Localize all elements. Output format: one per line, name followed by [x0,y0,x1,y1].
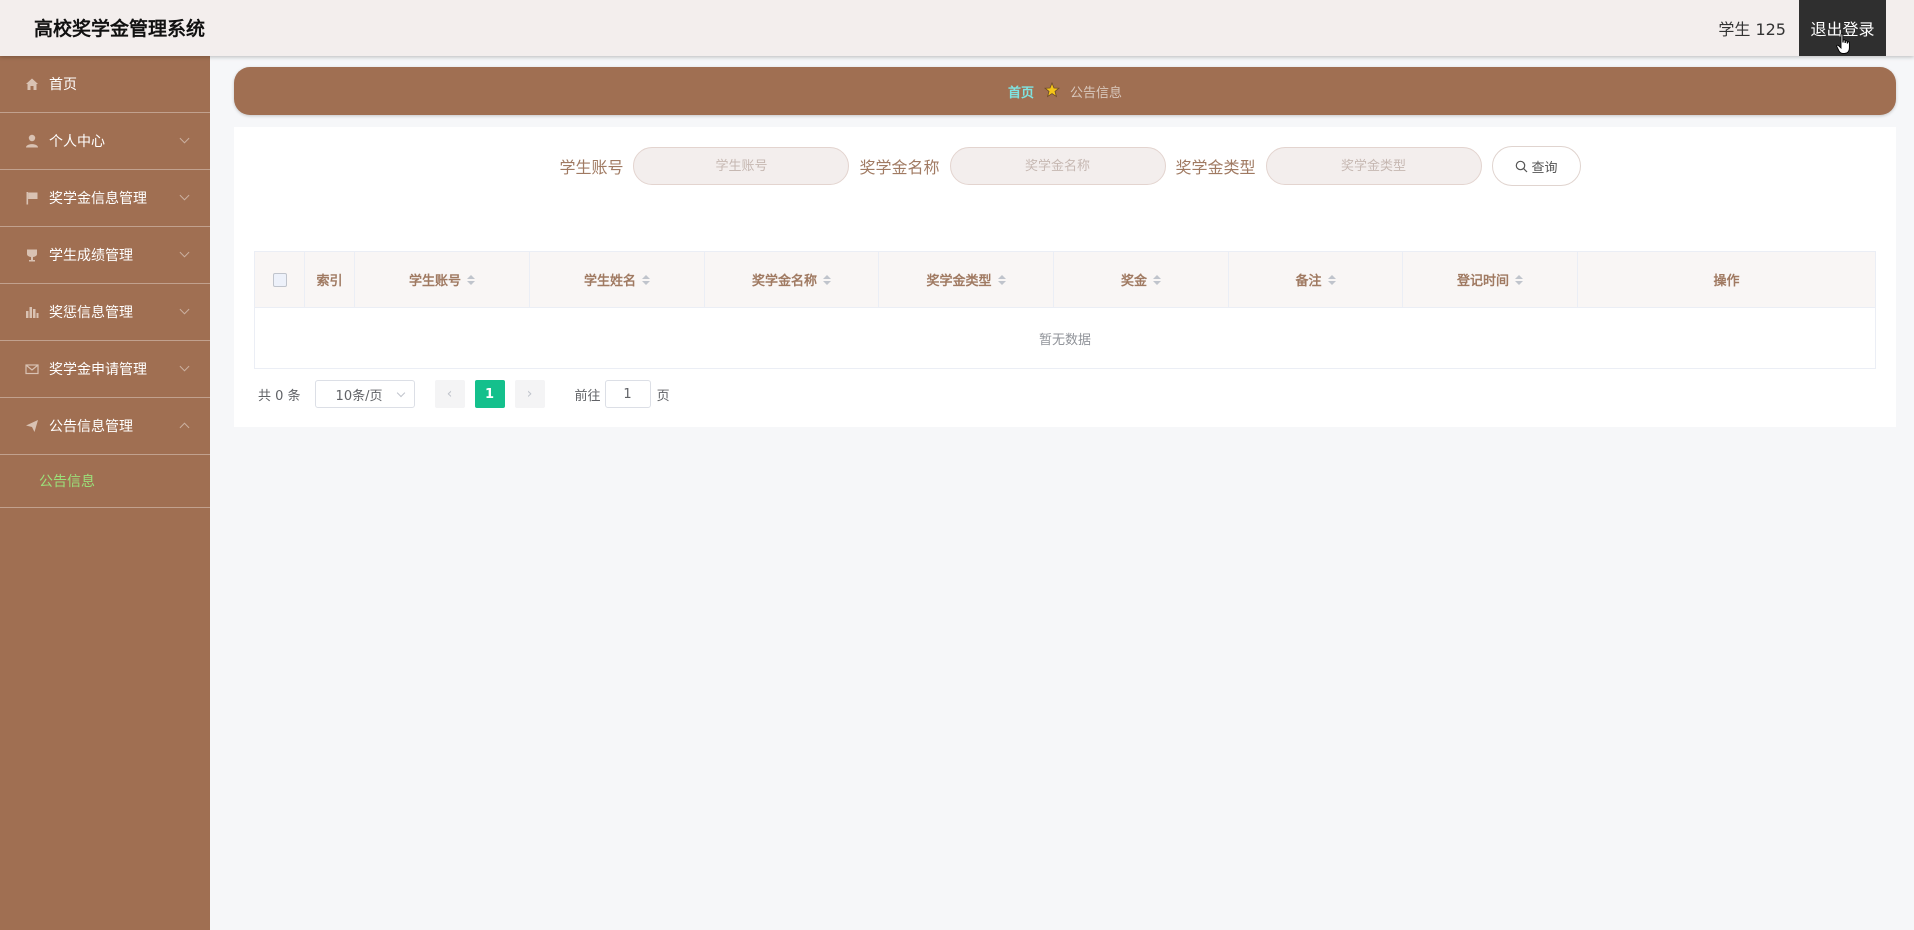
sort-icon[interactable] [823,274,831,285]
search-form: 学生账号 奖学金名称 奖学金类型 查询 [234,146,1896,186]
home-icon [24,76,40,92]
page-size-value: 10条/页 [335,388,383,404]
column-header-label: 备注 [1295,274,1322,289]
column-header-label: 索引 [316,274,343,289]
column-header-scholarship-type[interactable]: 奖学金类型 [879,252,1054,307]
data-table: 索引 学生账号 学生姓名 奖学金名称 奖学金类型 奖金 备注 登记时间 操作 暂… [254,251,1876,369]
hand-cursor-icon [1836,33,1852,59]
sidebar-item-label: 首页 [49,77,77,93]
scholarship-name-label: 奖学金名称 [859,158,940,177]
sort-icon[interactable] [1153,274,1161,285]
sort-icon[interactable] [997,274,1006,285]
goto-page-input[interactable] [604,380,651,408]
sidebar-item-scholarship-application[interactable]: 奖学金申请管理 [0,341,210,398]
scholarship-type-input[interactable] [1265,147,1482,185]
sidebar-item-label: 学生成绩管理 [49,248,133,264]
sidebar-item-label: 个人中心 [49,134,105,150]
next-page-button[interactable]: › [514,380,545,408]
column-header-remarks[interactable]: 备注 [1229,252,1403,307]
sort-icon[interactable] [642,274,650,285]
column-header-actions: 操作 [1578,252,1875,307]
goto-suffix: 页 [656,388,670,404]
chevron-left-icon: ‹ [446,386,453,402]
main-panel: 学生账号 奖学金名称 奖学金类型 查询 索引 学生账号 学生姓名 [234,127,1896,427]
column-header-register-time[interactable]: 登记时间 [1403,252,1578,307]
select-all-checkbox[interactable] [272,272,287,287]
student-account-label: 学生账号 [559,158,624,177]
column-header-label: 奖学金类型 [926,274,992,289]
query-button-label: 查询 [1531,160,1558,176]
chevron-right-icon: › [526,386,533,402]
sidebar-item-rewards-penalties[interactable]: 奖惩信息管理 [0,284,210,341]
student-account-input[interactable] [633,147,850,185]
sidebar-item-label: 奖学金信息管理 [49,191,147,207]
chevron-down-icon [179,247,190,258]
goto-prefix: 前往 [574,388,601,404]
table-header: 索引 学生账号 学生姓名 奖学金名称 奖学金类型 奖金 备注 登记时间 操作 [255,252,1875,308]
column-header-label: 登记时间 [1456,274,1509,289]
sidebar-item-grades[interactable]: 学生成绩管理 [0,227,210,284]
app-title: 高校奖学金管理系统 [34,18,206,40]
select-all-cell [255,252,305,307]
column-header-label: 学生账号 [408,274,461,289]
chevron-down-icon [396,388,405,398]
sidebar-item-scholarship-info[interactable]: 奖学金信息管理 [0,170,210,227]
chevron-down-icon [179,133,190,144]
sidebar-item-announcements[interactable]: 公告信息管理 [0,398,210,455]
bar-chart-icon [24,304,40,320]
sort-icon[interactable] [1327,274,1336,285]
prev-page-button[interactable]: ‹ [434,380,465,408]
pagination-total: 共 0 条 [258,388,301,404]
trophy-icon [24,247,40,263]
scholarship-name-input[interactable] [949,147,1166,185]
sort-icon[interactable] [467,274,475,285]
column-header-label: 奖金 [1120,274,1147,289]
mail-icon [24,361,40,377]
chevron-down-icon [179,304,190,315]
column-header-label: 奖学金名称 [751,274,817,289]
sidebar-item-profile[interactable]: 个人中心 [0,113,210,170]
pagination: 共 0 条 10条/页 ‹ 1 › 前往 页 [258,380,670,408]
column-header-index: 索引 [305,252,355,307]
search-icon [1515,160,1528,173]
chevron-up-icon [179,422,190,433]
sidebar-item-home[interactable]: 首页 [0,56,210,113]
column-header-label: 操作 [1713,274,1740,289]
page-size-select[interactable]: 10条/页 [314,380,415,408]
send-icon [24,418,40,434]
column-header-scholarship-name[interactable]: 奖学金名称 [705,252,879,307]
flag-icon [24,190,40,206]
scholarship-type-label: 奖学金类型 [1175,158,1256,177]
query-button[interactable]: 查询 [1491,146,1581,186]
sidebar: 首页 个人中心 奖学金信息管理 学生成绩管理 奖惩信息管理 奖学金申请管理 公告… [0,56,210,930]
user-icon [24,133,40,149]
column-header-student-name[interactable]: 学生姓名 [530,252,705,307]
sidebar-subitem-announcement-info[interactable]: 公告信息 [0,455,210,508]
sidebar-item-label: 公告信息管理 [49,419,133,435]
breadcrumb: 首页 公告信息 [234,67,1896,115]
table-empty-text: 暂无数据 [1038,332,1091,348]
breadcrumb-current: 公告信息 [1070,85,1123,101]
sort-icon[interactable] [1515,274,1523,285]
star-icon [1043,81,1061,101]
top-bar: 高校奖学金管理系统 学生 125 退出登录 [0,0,1914,56]
chevron-down-icon [179,190,190,201]
chevron-down-icon [179,361,190,372]
column-header-label: 学生姓名 [583,274,636,289]
column-header-bonus[interactable]: 奖金 [1054,252,1229,307]
page-number-button[interactable]: 1 [474,380,505,408]
breadcrumb-home-link[interactable]: 首页 [1008,82,1034,101]
column-header-student-account[interactable]: 学生账号 [355,252,530,307]
sidebar-item-label: 奖学金申请管理 [49,362,147,378]
sidebar-item-label: 奖惩信息管理 [49,305,133,321]
current-user-label: 学生 125 [1718,20,1786,39]
